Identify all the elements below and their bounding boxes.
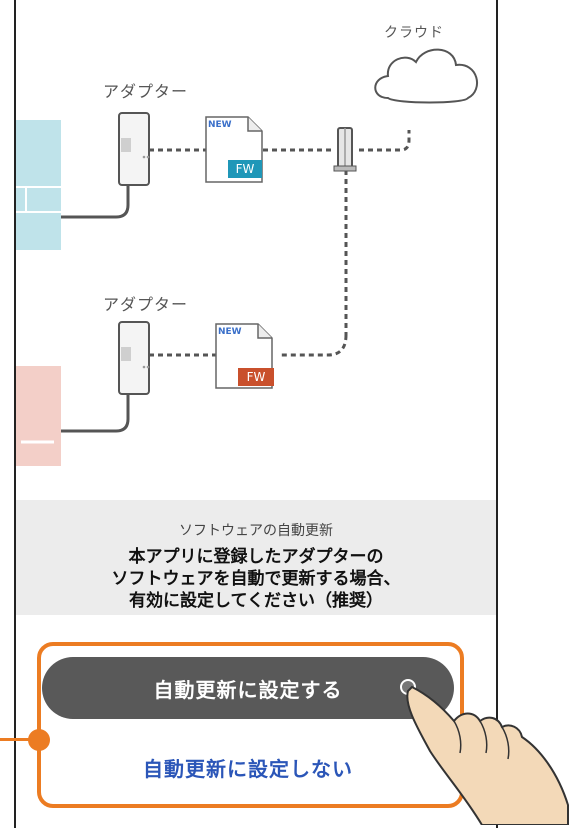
cloud-label: クラウド: [384, 25, 444, 41]
info-line-2: ソフトウェアを自動で更新する場合、: [111, 569, 401, 589]
callout-dot: [28, 729, 50, 751]
new-badge-top: NEW: [208, 120, 232, 130]
info-description: 本アプリに登録したアダプターの ソフトウェアを自動で更新する場合、 有効に設定し…: [16, 546, 496, 612]
cloud-icon: [374, 48, 478, 104]
update-diagram: クラウド アダプター アダプター NEW FW NEW FW: [16, 0, 496, 500]
fw-tag-top: FW: [235, 162, 255, 176]
diagram-illustration: [16, 48, 478, 466]
info-line-3: 有効に設定してください（推奨）: [129, 591, 383, 611]
adapter-label-bottom: アダプター: [103, 295, 189, 314]
adapter-bottom: [118, 321, 150, 395]
auto-update-info-panel: ソフトウェアの自動更新 本アプリに登録したアダプターの ソフトウェアを自動で更新…: [16, 500, 496, 615]
fw-tag-bottom: FW: [246, 370, 266, 384]
info-title: ソフトウェアの自動更新: [179, 523, 333, 539]
new-badge-bottom: NEW: [218, 327, 242, 337]
info-line-1: 本アプリに登録したアダプターの: [128, 547, 384, 567]
pointing-hand-icon: [400, 679, 569, 825]
adapter-top: [118, 112, 150, 186]
device-pink: [16, 366, 61, 466]
device-blue: [16, 120, 61, 250]
adapter-label-top: アダプター: [103, 82, 189, 101]
router: [333, 127, 357, 172]
